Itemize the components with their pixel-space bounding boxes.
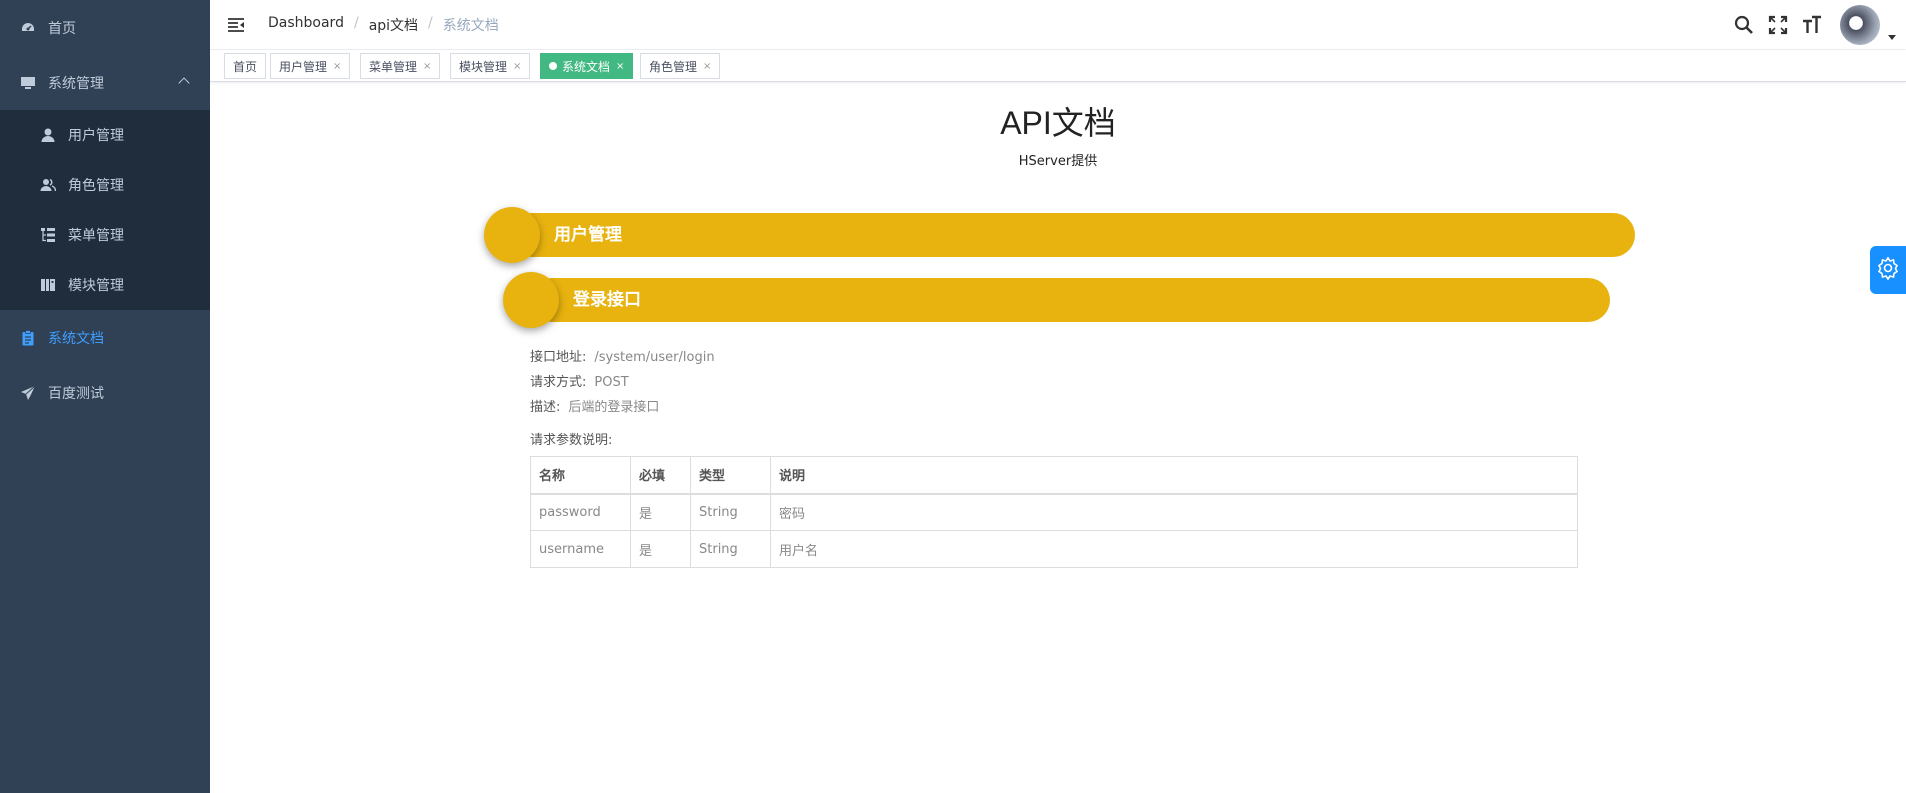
navbar: Dashboard / api文档 / 系统文档 [210, 0, 1906, 50]
close-icon[interactable]: × [616, 61, 624, 72]
section-title: 用户管理 [554, 225, 622, 245]
sidebar-item-menus[interactable]: 菜单管理 [0, 210, 210, 260]
close-icon[interactable]: × [703, 61, 711, 72]
breadcrumb-item-dashboard[interactable]: Dashboard [268, 15, 344, 35]
paper-plane-icon [20, 385, 36, 401]
column-header: 必填 [630, 456, 691, 495]
sidebar-item-label: 系统管理 [48, 76, 104, 92]
tag-label: 用户管理 [279, 59, 328, 74]
dashboard-icon [20, 20, 36, 36]
sidebar-item-label: 角色管理 [68, 178, 124, 194]
user-icon [40, 127, 56, 143]
close-icon[interactable]: × [513, 61, 521, 72]
table-cell: password [530, 493, 631, 531]
breadcrumb-separator: / [428, 15, 433, 31]
breadcrumb: Dashboard / api文档 / 系统文档 [268, 15, 499, 35]
chevron-up-icon [178, 77, 190, 89]
sidebar-item-label: 首页 [48, 21, 76, 37]
sidebar-item-users[interactable]: 用户管理 [0, 110, 210, 160]
api-desc-label: 描述: [530, 400, 561, 415]
api-method-value: POST [594, 375, 629, 390]
sidebar-item-modules[interactable]: 模块管理 [0, 260, 210, 310]
params-table: 名称 必填 类型 说明 password 是 String 密码 usernam… [530, 456, 1578, 568]
sidebar-item-label: 用户管理 [68, 128, 124, 144]
gear-icon [1876, 256, 1900, 284]
breadcrumb-separator: / [353, 15, 359, 31]
settings-button[interactable] [1870, 246, 1906, 294]
tag-docs[interactable]: 系统文档 × [540, 53, 634, 79]
table-cell: 是 [630, 493, 691, 531]
table-row: username 是 String 用户名 [530, 530, 1578, 568]
font-size-icon[interactable] [1800, 13, 1824, 37]
api-title: 登录接口 [573, 290, 641, 310]
page-title: API文档 [1000, 105, 1116, 141]
tag-label: 模块管理 [459, 59, 508, 74]
api-method-label: 请求方式: [530, 375, 587, 390]
column-header: 类型 [690, 456, 771, 495]
tag-roles[interactable]: 角色管理 × [640, 53, 721, 79]
table-cell: 用户名 [770, 530, 1578, 568]
sidebar-item-roles[interactable]: 角色管理 [0, 160, 210, 210]
hamburger-icon[interactable] [226, 15, 246, 35]
tag-label: 首页 [233, 59, 258, 74]
tag-label: 角色管理 [649, 59, 698, 74]
api-method-field: 请求方式: POST [530, 371, 629, 390]
sidebar-item-system[interactable]: 系统管理 [0, 55, 210, 111]
table-cell: String [690, 530, 771, 568]
table-cell: 是 [630, 530, 691, 568]
tree-table-icon [40, 227, 56, 243]
sidebar-item-label: 模块管理 [68, 278, 124, 294]
api-url-field: 接口地址: /system/user/login [530, 346, 715, 365]
params-label: 请求参数说明: [530, 433, 613, 448]
close-icon[interactable]: × [423, 61, 431, 72]
tag-modules[interactable]: 模块管理 × [450, 53, 531, 79]
sidebar-item-label: 系统文档 [48, 331, 104, 347]
sidebar-item-docs[interactable]: 系统文档 [0, 310, 210, 366]
avatar[interactable] [1840, 5, 1880, 45]
tag-users[interactable]: 用户管理 × [270, 53, 351, 79]
section-bar: 用户管理 [510, 213, 1635, 257]
table-cell: username [530, 530, 631, 568]
search-icon[interactable] [1732, 13, 1756, 37]
page-subtitle: HServer提供 [1018, 154, 1098, 169]
tag-menus[interactable]: 菜单管理 × [360, 53, 441, 79]
table-cell: 密码 [770, 493, 1578, 531]
close-icon[interactable]: × [333, 61, 341, 72]
api-marker [503, 272, 559, 328]
api-bar: 登录接口 [530, 278, 1610, 322]
fullscreen-icon[interactable] [1766, 13, 1790, 37]
caret-down-icon[interactable] [1888, 34, 1896, 40]
sidebar-submenu: 用户管理 角色管理 菜单管理 模块管理 [0, 110, 210, 310]
table-row: password 是 String 密码 [530, 493, 1578, 531]
sidebar-item-label: 百度测试 [48, 386, 104, 402]
monitor-icon [20, 75, 36, 91]
sidebar-item-baidu[interactable]: 百度测试 [0, 365, 210, 421]
api-desc-field: 描述: 后端的登录接口 [530, 396, 659, 415]
breadcrumb-item-current: 系统文档 [442, 18, 499, 34]
module-icon [40, 277, 56, 293]
app-root: 首页 系统管理 用户管理 角色管理 菜单管理 模块管理 系统文档 百度测试 Da… [0, 0, 1906, 793]
tag-home[interactable]: 首页 [224, 53, 267, 79]
table-cell: String [690, 493, 771, 531]
column-header: 名称 [530, 456, 631, 495]
api-url-label: 接口地址: [530, 350, 587, 365]
api-url-value: /system/user/login [594, 350, 715, 365]
params-caption: 请求参数说明: [530, 429, 612, 448]
sidebar-item-label: 菜单管理 [68, 228, 124, 244]
navbar-right-menu [1732, 0, 1906, 50]
section-marker [484, 207, 540, 263]
tag-label: 系统文档 [562, 59, 611, 74]
tags-view: 首页 用户管理 × 菜单管理 × 模块管理 × 系统文档 × 角色管理 × [210, 50, 1906, 82]
column-header: 说明 [770, 456, 1578, 495]
clipboard-icon [20, 330, 36, 346]
sidebar-item-home[interactable]: 首页 [0, 0, 210, 56]
sidebar: 首页 系统管理 用户管理 角色管理 菜单管理 模块管理 系统文档 百度测试 [0, 0, 210, 793]
api-desc-value: 后端的登录接口 [568, 400, 660, 415]
breadcrumb-item-api-docs[interactable]: api文档 [369, 15, 418, 35]
table-header-row: 名称 必填 类型 说明 [530, 456, 1578, 495]
peoples-icon [40, 177, 56, 193]
tag-label: 菜单管理 [369, 59, 418, 74]
